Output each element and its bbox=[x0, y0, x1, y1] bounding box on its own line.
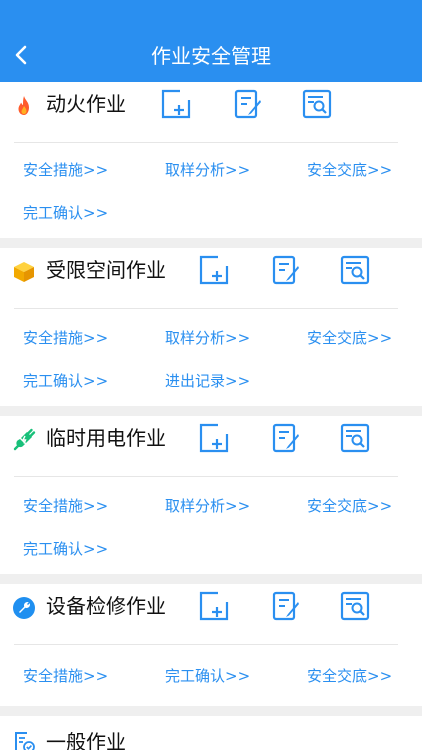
link-completion-confirm[interactable]: 完工确认>> bbox=[23, 371, 108, 391]
link-sampling-analysis[interactable]: 取样分析>> bbox=[165, 160, 250, 180]
add-button[interactable] bbox=[194, 586, 234, 626]
link-safety-measures[interactable]: 安全措施>> bbox=[23, 160, 108, 180]
app-header: 作业安全管理 bbox=[0, 0, 422, 82]
link-safety-briefing[interactable]: 安全交底>> bbox=[307, 666, 392, 686]
add-record-icon bbox=[199, 423, 229, 453]
section-confined-space: 受限空间作业 安全措施>> 取样分析>> 安全交底>> 完工确认>> 进出记录>… bbox=[0, 248, 422, 406]
add-button[interactable] bbox=[156, 84, 196, 124]
add-record-icon bbox=[199, 591, 229, 621]
box-icon bbox=[14, 262, 34, 282]
section-hot-work: 动火作业 安全措施>> 取样分析>> 安全交底>> 完工确认>> bbox=[0, 82, 422, 238]
divider bbox=[14, 142, 398, 143]
edit-button[interactable] bbox=[266, 250, 306, 290]
view-button[interactable] bbox=[335, 250, 375, 290]
page-title: 作业安全管理 bbox=[151, 44, 271, 68]
link-safety-measures[interactable]: 安全措施>> bbox=[23, 496, 108, 516]
link-safety-briefing[interactable]: 安全交底>> bbox=[307, 328, 392, 348]
wrench-icon bbox=[13, 597, 35, 619]
search-document-icon bbox=[302, 89, 332, 119]
plug-icon bbox=[13, 428, 36, 451]
section-temporary-power: 临时用电作业 安全措施>> 取样分析>> 安全交底>> 完工确认>> bbox=[0, 416, 422, 574]
search-document-icon bbox=[340, 255, 370, 285]
edit-document-icon bbox=[272, 423, 299, 453]
divider bbox=[14, 644, 398, 645]
search-document-icon bbox=[340, 591, 370, 621]
section-equipment-maintenance: 设备检修作业 安全措施>> 完工确认>> 安全交底>> bbox=[0, 584, 422, 706]
add-button[interactable] bbox=[194, 418, 234, 458]
add-button[interactable] bbox=[194, 250, 234, 290]
edit-button[interactable] bbox=[228, 84, 268, 124]
link-completion-confirm[interactable]: 完工确认>> bbox=[165, 666, 250, 686]
view-button[interactable] bbox=[297, 84, 337, 124]
link-safety-briefing[interactable]: 安全交底>> bbox=[307, 496, 392, 516]
add-record-icon bbox=[199, 255, 229, 285]
link-safety-measures[interactable]: 安全措施>> bbox=[23, 666, 108, 686]
edit-button[interactable] bbox=[266, 586, 306, 626]
link-safety-measures[interactable]: 安全措施>> bbox=[23, 328, 108, 348]
section-header: 一般作业 bbox=[0, 716, 422, 750]
link-sampling-analysis[interactable]: 取样分析>> bbox=[165, 496, 250, 516]
view-button[interactable] bbox=[335, 418, 375, 458]
section-header: 动火作业 bbox=[0, 82, 422, 142]
edit-document-icon bbox=[234, 89, 261, 119]
section-title: 临时用电作业 bbox=[46, 426, 166, 450]
section-title: 设备检修作业 bbox=[46, 594, 166, 618]
section-header: 受限空间作业 bbox=[0, 248, 422, 308]
flame-icon bbox=[18, 96, 29, 115]
section-title: 动火作业 bbox=[46, 92, 126, 116]
section-header: 临时用电作业 bbox=[0, 416, 422, 476]
divider bbox=[14, 476, 398, 477]
edit-button[interactable] bbox=[266, 418, 306, 458]
link-safety-briefing[interactable]: 安全交底>> bbox=[307, 160, 392, 180]
link-completion-confirm[interactable]: 完工确认>> bbox=[23, 539, 108, 559]
link-sampling-analysis[interactable]: 取样分析>> bbox=[165, 328, 250, 348]
section-title: 一般作业 bbox=[46, 730, 126, 750]
link-entry-exit-record[interactable]: 进出记录>> bbox=[165, 371, 250, 391]
document-check-icon bbox=[15, 732, 35, 750]
section-title: 受限空间作业 bbox=[46, 258, 166, 282]
edit-document-icon bbox=[272, 255, 299, 285]
section-general-work: 一般作业 bbox=[0, 716, 422, 750]
divider bbox=[14, 308, 398, 309]
edit-document-icon bbox=[272, 591, 299, 621]
view-button[interactable] bbox=[335, 586, 375, 626]
section-header: 设备检修作业 bbox=[0, 584, 422, 644]
add-record-icon bbox=[161, 89, 191, 119]
search-document-icon bbox=[340, 423, 370, 453]
link-completion-confirm[interactable]: 完工确认>> bbox=[23, 203, 108, 223]
